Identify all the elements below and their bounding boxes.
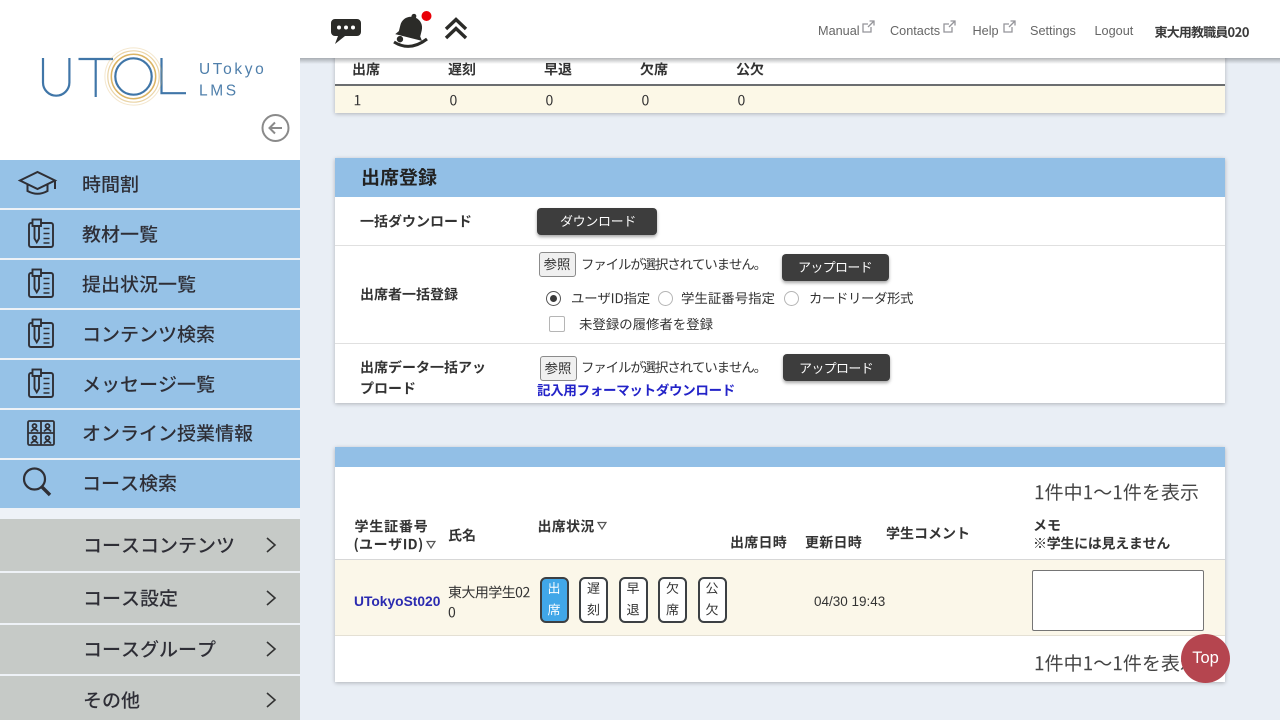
svg-text:UTokyo: UTokyo: [199, 61, 266, 78]
svg-text:LMS: LMS: [199, 83, 239, 100]
